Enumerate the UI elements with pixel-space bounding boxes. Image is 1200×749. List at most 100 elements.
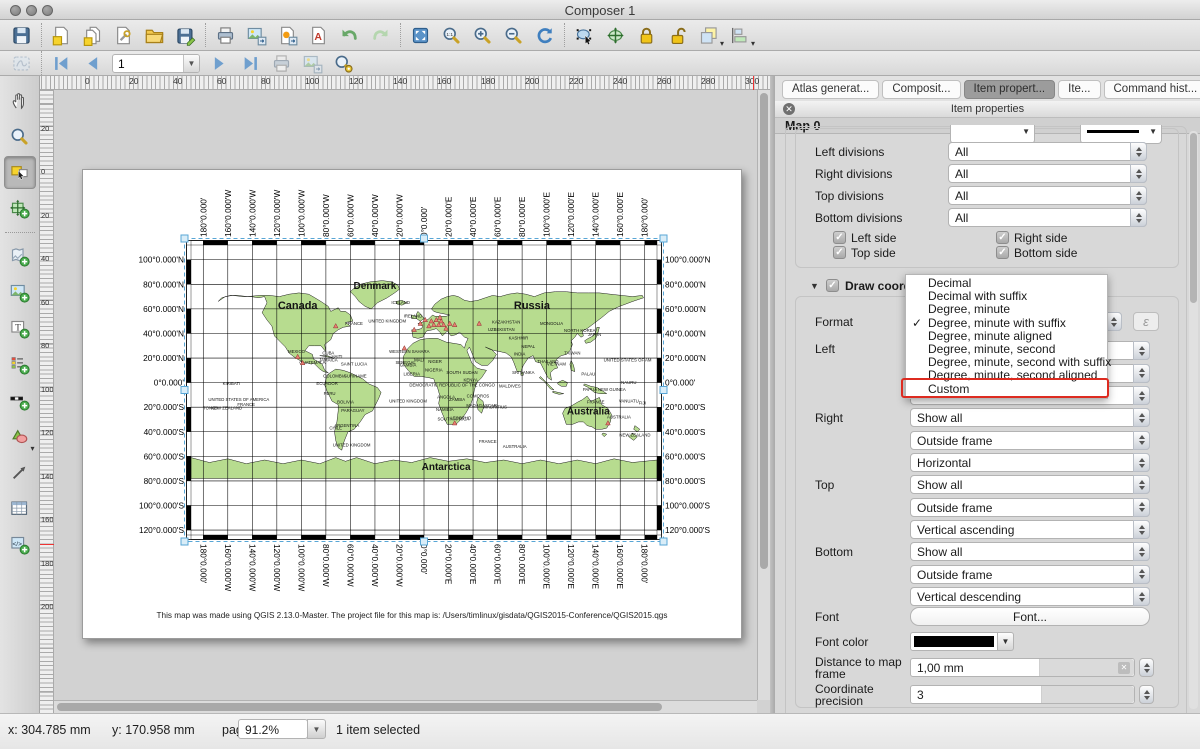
draw-coordinates-checkbox[interactable]: ✓ [826,279,839,292]
distance-field[interactable]: 1,00 mm ✕ [910,658,1135,677]
add-image-button[interactable] [4,276,36,309]
svg-text:TAIWAN: TAIWAN [564,350,580,355]
dock-tab-4[interactable]: Command hist... [1104,80,1200,99]
refresh-button[interactable] [529,22,560,49]
atlas-settings-button[interactable] [328,50,359,77]
atlas-preview-button[interactable] [6,50,37,77]
dock-tab-3[interactable]: Ite... [1058,80,1100,99]
right-coord-combo-3[interactable]: Horizontal [910,453,1150,472]
map-item[interactable]: 100°0.000'N80°0.000'N60°0.000'N40°0.000'… [83,170,743,640]
zoom-level-combo[interactable]: 91.2% ▼ [238,719,308,739]
distance-spinner[interactable] [1139,658,1154,677]
panel-scrollbar[interactable] [1189,131,1198,709]
close-panel-icon[interactable]: ✕ [783,103,795,115]
selection-handle[interactable] [421,538,428,545]
precision-field[interactable]: 3 [910,685,1135,704]
selection-handle[interactable] [181,386,188,393]
add-table-button[interactable] [4,492,36,525]
bottom-divisions-combo[interactable]: All [948,208,1147,227]
top-side-checkbox[interactable]: ✓ [833,246,846,259]
top-divisions-combo[interactable]: All [948,186,1147,205]
add-html-button[interactable]: </> [4,528,36,561]
zoom-full-button[interactable] [405,22,436,49]
precision-spinner[interactable] [1139,685,1154,704]
print-icon [215,25,236,46]
align-button[interactable]: ▾ [724,22,755,49]
zoom-out-button[interactable] [498,22,529,49]
svg-text:80°0.000'W: 80°0.000'W [321,544,331,587]
bottom-coord-combo-2[interactable]: Outside frame [910,565,1150,584]
collapse-arrow-icon[interactable]: ▼ [810,281,819,291]
prev-feature-button[interactable] [77,50,108,77]
svg-text:NORTH KOREA: NORTH KOREA [564,328,596,333]
new-composition-button[interactable] [46,22,77,49]
lock-button[interactable] [631,22,662,49]
add-label-button[interactable]: T [4,312,36,345]
right-divisions-combo[interactable]: All [948,164,1147,183]
move-content-button[interactable] [600,22,631,49]
svg-text:SRI LANKA: SRI LANKA [512,370,535,375]
selection-handle[interactable] [660,538,667,545]
print-atlas-button[interactable] [266,50,297,77]
canvas-horizontal-scrollbar[interactable] [54,700,757,713]
composition-manager-button[interactable] [108,22,139,49]
save-as-button[interactable] [170,22,201,49]
last-feature-button[interactable] [235,50,266,77]
next-feature-button[interactable] [204,50,235,77]
dock-tab-0[interactable]: Atlas generat... [782,80,879,99]
move-item-button[interactable] [569,22,600,49]
svg-text:MONGOLIA: MONGOLIA [540,321,563,326]
zoom-tool-button[interactable] [4,120,36,153]
export-atlas-button[interactable] [297,50,328,77]
first-feature-button[interactable] [46,50,77,77]
right-side-checkbox[interactable]: ✓ [996,231,1009,244]
zoom-in-button[interactable] [467,22,498,49]
font-button[interactable]: Font... [910,607,1150,626]
left-divisions-combo[interactable]: All [948,142,1147,161]
left-side-checkbox[interactable]: ✓ [833,231,846,244]
dock-tab-2[interactable]: Item propert... [964,80,1056,99]
top-coord-combo-3[interactable]: Vertical ascending [910,520,1150,539]
zoom-100-button[interactable]: 1:1 [436,22,467,49]
save-button[interactable] [6,22,37,49]
raise-button[interactable]: ▾ [693,22,724,49]
expression-button[interactable]: ε [1133,312,1159,331]
move-item-content-button[interactable] [4,192,36,225]
redo-button[interactable] [365,22,396,49]
selection-handle[interactable] [181,538,188,545]
top-coord-combo-1[interactable]: Show all [910,475,1150,494]
pan-button[interactable] [4,84,36,117]
dock-tab-1[interactable]: Composit... [882,80,960,99]
add-legend-button[interactable] [4,348,36,381]
font-color-dropdown[interactable]: ▼ [998,632,1014,651]
clear-icon[interactable]: ✕ [1118,662,1130,674]
unlock-button[interactable] [662,22,693,49]
top-coord-combo-2[interactable]: Outside frame [910,498,1150,517]
export-image-button[interactable] [241,22,272,49]
open-button[interactable] [139,22,170,49]
export-pdf-button[interactable]: A [303,22,334,49]
composition-page[interactable]: 100°0.000'N80°0.000'N60°0.000'N40°0.000'… [82,169,742,639]
right-coord-combo-2[interactable]: Outside frame [910,431,1150,450]
canvas-vertical-scrollbar[interactable] [757,90,770,700]
duplicate-composition-button[interactable] [77,22,108,49]
bottom-coord-combo-1[interactable]: Show all [910,542,1150,561]
export-svg-button[interactable] [272,22,303,49]
right-coord-combo-1[interactable]: Show all [910,408,1150,427]
selection-handle[interactable] [421,235,428,242]
selection-handle[interactable] [181,235,188,242]
undo-button[interactable] [334,22,365,49]
selection-handle[interactable] [660,235,667,242]
atlas-page-combo[interactable]: 1▼ [112,54,200,73]
add-arrow-button[interactable] [4,456,36,489]
composition-canvas[interactable]: 100°0.000'N80°0.000'N60°0.000'N40°0.000'… [54,90,770,713]
select-move-item-button[interactable] [4,156,36,189]
selection-handle[interactable] [660,386,667,393]
print-button[interactable] [210,22,241,49]
add-shape-button[interactable]: ▾ [4,420,36,453]
font-color-swatch[interactable] [910,632,998,651]
add-scalebar-button[interactable] [4,384,36,417]
bottom-side-checkbox[interactable]: ✓ [996,246,1009,259]
add-map-button[interactable] [4,240,36,273]
bottom-coord-combo-3[interactable]: Vertical descending [910,587,1150,606]
